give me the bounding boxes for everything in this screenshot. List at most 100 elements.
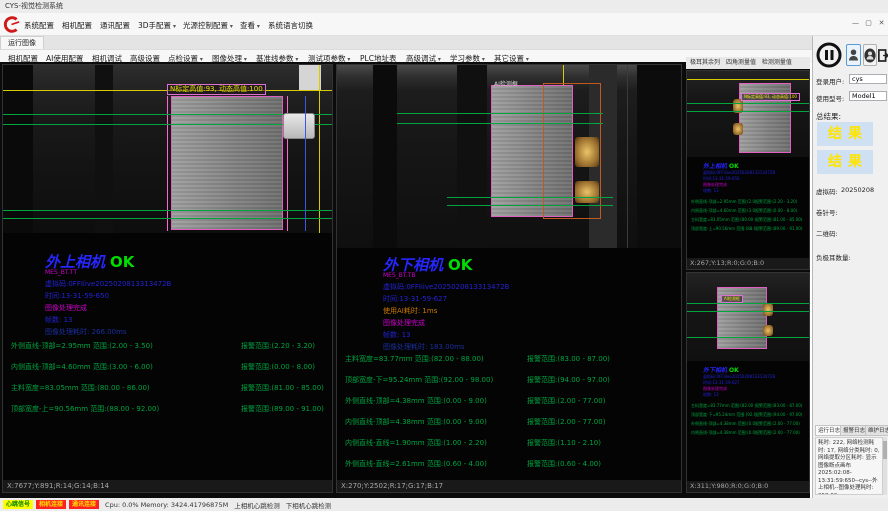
bottom-camera-heartbeat[interactable]: 下相机心跳检测 xyxy=(286,500,332,510)
log-tab-alarm[interactable]: 报警日志 xyxy=(840,425,868,436)
measurement-row: 外侧直线-顶部=4.38mm 范围:(0.00 - 9.00) 报警范围:(2.… xyxy=(345,396,677,406)
small-top-title: 外上相机OK xyxy=(703,161,739,170)
log-scrollbar[interactable] xyxy=(883,437,887,495)
pause-icon xyxy=(816,42,842,68)
alarm-range: 报警范围:(2.00 - 77.00) xyxy=(755,430,807,436)
mid-overlay-label: AI检测框 xyxy=(494,79,518,88)
measurement-row: 顶部宽度-上=90.56mm 范围:(88.00 - 92.00) 报警范围:(… xyxy=(691,226,807,232)
app-logo-icon xyxy=(3,16,20,33)
left-time-line: 时间:13-31-59-650 xyxy=(45,291,109,301)
small-bottom-overlay-label: AI检测框 xyxy=(721,295,743,303)
left-done-line: 图像处理完成 xyxy=(45,303,87,313)
measurement-row: 内侧直线-顶部=4.60mm 范围:(3.00 - 6.00) 报警范围:(0.… xyxy=(11,362,328,372)
measurement-row: 外侧直线-顶部=4.38mm 范围:(0.00 - 9.00) 报警范围:(2.… xyxy=(691,421,807,427)
measurement-row: 内侧直线-直线=1.90mm 范围:(1.00 - 2.20) 报警范围:(1.… xyxy=(345,438,677,448)
exit-button[interactable] xyxy=(878,44,888,66)
left-camera-status: OK xyxy=(110,253,134,271)
alarm-range: 报警范围:(81.00 - 85.00) xyxy=(241,383,328,393)
operator-lock-button[interactable] xyxy=(863,44,877,66)
small-bottom-info: 外下相机OK 虚拟码:0FFIiive2025020813313472B 时间:… xyxy=(687,361,809,481)
alarm-range: 报警范围:(81.00 - 85.00) xyxy=(755,217,807,223)
close-button-icon[interactable]: ✕ xyxy=(876,18,887,29)
mid-pixel-coords: X:270;Y:2502;R:17;G:17;B:17 xyxy=(337,480,681,492)
mid-mes-line: MES_BT.TB xyxy=(383,272,416,279)
menu-item-comm-config[interactable]: 通讯配置 xyxy=(100,20,130,31)
heartbeat-badge: 心跳信号 xyxy=(3,500,33,509)
vcode-label: 虚拟码: xyxy=(816,186,838,196)
left-camera-panel: N标定高值:93, 动态高值:100 外上相机OK MES_BT.TT 虚拟码:… xyxy=(2,64,333,493)
mid-barcode-line: 虚拟码:0FFIiive2025020813313472B xyxy=(383,282,509,292)
cpu-memory-text: Cpu: 0.0% Memory: 3424.41796875M xyxy=(105,501,228,509)
measure-value: 外侧直线-顶部=2.95mm 范围:(2.00 - 3.50) xyxy=(691,199,755,205)
measure-value: 顶部宽度-上=90.56mm 范围:(88.00 - 92.00) xyxy=(11,404,241,414)
alarm-range: 报警范围:(2.00 - 77.00) xyxy=(527,396,677,406)
link-corner-measures[interactable]: 四角测量值 xyxy=(726,59,756,66)
comm-link-badge: 通讯连接 xyxy=(69,500,99,509)
log-output[interactable]: 耗时: 222, 网络检测耗时: 17, 网络分类耗时: 0, 网络提取分区耗时… xyxy=(815,437,883,495)
measure-value: 主料宽度=83.05mm 范围:(80.00 - 86.00) xyxy=(11,383,241,393)
mid-camera-panel: AI检测框 外下相机OK MES_BT.TB 虚拟码:0FFIiive20250… xyxy=(336,64,682,493)
log-scrollbar-thumb[interactable] xyxy=(883,441,887,459)
link-tab-rest-columns[interactable]: 极耳其余列 xyxy=(690,59,720,66)
left-info-area: 外上相机OK MES_BT.TT 虚拟码:0FFIiive20250208133… xyxy=(3,233,332,480)
small-top-overlay-label: N标定高值:93, 动态高值:100 xyxy=(741,93,800,101)
small-top-frames: 帧数: 13 xyxy=(703,188,719,194)
mid-done-line: 图像处理完成 xyxy=(383,318,425,328)
alarm-range: 报警范围:(89.00 - 91.00) xyxy=(241,404,328,414)
alarm-range: 报警范围:(2.20 - 3.20) xyxy=(755,199,807,205)
window-title: CYS-视觉检测系统 xyxy=(5,2,63,10)
small-top-pixel-coords: X:267;Y:13;R:0;G:0;B:0 xyxy=(687,258,809,269)
tab-run-image[interactable]: 运行图像 xyxy=(0,36,44,49)
measure-value: 内侧直线-直线=1.90mm 范围:(1.00 - 2.20) xyxy=(345,438,527,448)
user-button[interactable] xyxy=(846,44,861,66)
small-bottom-camera-image[interactable]: AI检测框 xyxy=(687,273,809,361)
pause-button[interactable] xyxy=(815,41,843,69)
small-bottom-pixel-coords: X:311;Y:980;R:0;G:0;B:0 xyxy=(687,481,809,492)
left-overlay-label: N标定高值:93, 动态高值:100 xyxy=(167,84,266,95)
measure-value: 顶部宽度-下=95.24mm 范围:(92.00 - 98.00) xyxy=(691,412,755,418)
small-top-camera-image[interactable]: N标定高值:93, 动态高值:100 xyxy=(687,71,809,157)
status-bar: 心跳信号 相机连接 通讯连接 Cpu: 0.0% Memory: 3424.41… xyxy=(0,498,888,511)
top-camera-heartbeat[interactable]: 上相机心跳检测 xyxy=(234,500,280,510)
maximize-button-icon[interactable]: ▢ xyxy=(863,18,874,29)
measurement-row: 顶部宽度-上=90.56mm 范围:(88.00 - 92.00) 报警范围:(… xyxy=(11,404,328,414)
mid-time-line: 时间:13-31-59-627 xyxy=(383,294,447,304)
measurement-row: 内侧直线-顶部=4.38mm 范围:(0.00 - 9.00) 报警范围:(2.… xyxy=(345,417,677,427)
measure-value: 内侧直线-顶部=4.60mm 范围:(3.00 - 6.00) xyxy=(11,362,241,372)
app-window: CYS-视觉检测系统 系统配置 相机配置 通讯配置 3D手配置 光源控制配置 查… xyxy=(0,0,888,522)
link-detect-measures[interactable]: 检测测量值 xyxy=(762,59,792,66)
small-top-camera-name: 外上相机 xyxy=(703,163,727,170)
pin-label: 卷针号: xyxy=(816,207,838,217)
menu-item-language-switch[interactable]: 系统语言切换 xyxy=(268,20,313,31)
exit-door-icon xyxy=(878,48,888,63)
menu-item-3d-config[interactable]: 3D手配置 xyxy=(138,20,176,31)
measurement-row: 顶部宽度-下=95.24mm 范围:(92.00 - 98.00) 报警范围:(… xyxy=(345,375,677,385)
left-mes-line: MES_BT.TT xyxy=(45,269,77,276)
small-top-status: OK xyxy=(729,163,739,170)
menu-item-light-config[interactable]: 光源控制配置 xyxy=(183,20,233,31)
alarm-range: 报警范围:(2.20 - 3.20) xyxy=(241,341,328,351)
model-field[interactable] xyxy=(849,91,887,101)
small-bottom-title: 外下相机OK xyxy=(703,365,739,374)
menu-bar: 系统配置 相机配置 通讯配置 3D手配置 光源控制配置 查看 系统语言切换 — … xyxy=(0,13,888,36)
log-tab-run[interactable]: 运行日志 xyxy=(815,425,843,436)
left-frames-line: 帧数: 13 xyxy=(45,315,73,325)
left-barcode-line: 虚拟码:0FFIiive2025020813313472B xyxy=(45,279,171,289)
measurement-row: 主料宽度=83.05mm 范围:(80.00 - 86.00) 报警范围:(81… xyxy=(11,383,328,393)
alarm-range: 报警范围:(94.00 - 97.00) xyxy=(527,375,677,385)
mid-camera-status: OK xyxy=(448,256,472,274)
menu-item-view[interactable]: 查看 xyxy=(240,20,260,31)
result-badge-top: 结果 xyxy=(817,122,873,146)
measure-value: 内侧直线-顶部=4.60mm 范围:(3.00 - 6.00) xyxy=(691,208,755,214)
menu-item-system-config[interactable]: 系统配置 xyxy=(24,20,54,31)
minimize-button-icon[interactable]: — xyxy=(850,18,861,29)
log-tab-maintain[interactable]: 维护日志 xyxy=(865,425,888,436)
menu-item-camera-config[interactable]: 相机配置 xyxy=(62,20,92,31)
alarm-range: 报警范围:(0.00 - 8.00) xyxy=(241,362,328,372)
left-camera-image[interactable]: N标定高值:93, 动态高值:100 xyxy=(3,65,332,233)
measure-value: 主料宽度=83.77mm 范围:(82.00 - 88.00) xyxy=(691,403,755,409)
result-badge-bottom: 结果 xyxy=(817,150,873,174)
login-user-field[interactable] xyxy=(849,74,887,84)
mid-camera-image[interactable]: AI检测框 xyxy=(337,65,681,248)
measurement-row: 顶部宽度-下=95.24mm 范围:(92.00 - 98.00) 报警范围:(… xyxy=(691,412,807,418)
